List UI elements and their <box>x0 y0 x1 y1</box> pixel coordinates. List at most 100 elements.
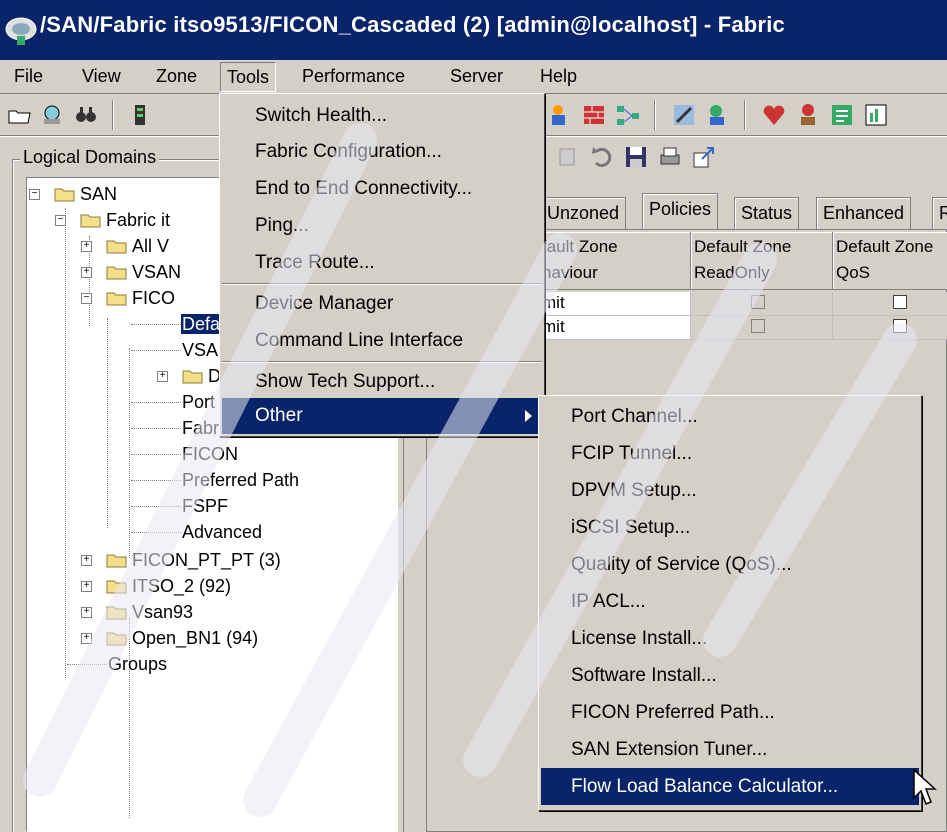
topology-icon[interactable] <box>614 101 642 129</box>
switch-icon[interactable] <box>126 101 154 129</box>
expand-icon[interactable]: + <box>81 267 92 278</box>
tree-line <box>131 324 181 325</box>
undo-icon[interactable] <box>588 143 616 171</box>
menu-bar: File View Zone Tools Performance Server … <box>0 60 947 94</box>
submenu-item-port-channel[interactable]: Port Channel... <box>541 398 919 435</box>
header-line: haviour <box>542 263 598 282</box>
header-line: Default Zone <box>694 237 792 256</box>
column-header-readonly[interactable]: Default Zone ReadOnly <box>691 232 833 290</box>
menu-item-switch-health[interactable]: Switch Health... <box>222 98 542 134</box>
menu-item-command-line-interface[interactable]: Command Line Interface <box>222 323 542 359</box>
collapse-icon[interactable]: − <box>81 293 92 304</box>
column-header-behaviour[interactable]: fault Zone haviour <box>539 232 691 290</box>
table-cell-readonly <box>691 292 833 316</box>
binoculars-icon[interactable] <box>72 101 100 129</box>
tree-line <box>131 532 181 533</box>
expand-icon[interactable]: + <box>81 555 92 566</box>
tree-node-port[interactable]: Port <box>181 390 216 414</box>
toolbar-separator <box>654 100 656 130</box>
user-red-icon[interactable] <box>794 101 822 129</box>
menu-item-show-tech-support[interactable]: Show Tech Support... <box>222 364 542 400</box>
chart-icon[interactable] <box>862 101 890 129</box>
qos-checkbox[interactable] <box>893 295 907 309</box>
submenu-item-ip-acl[interactable]: IP ACL... <box>541 583 919 620</box>
tree-node-fspf[interactable]: FSPF <box>181 494 229 518</box>
tools-icon[interactable] <box>670 101 698 129</box>
health-icon[interactable] <box>760 101 788 129</box>
submenu-item-iscsi-setup[interactable]: iSCSI Setup... <box>541 509 919 546</box>
monitor-user-icon[interactable] <box>704 101 732 129</box>
tree-line <box>131 428 181 429</box>
title-bar[interactable]: /SAN/Fabric itso9513/FICON_Cascaded (2) … <box>0 0 947 60</box>
submenu-item-san-extension-tuner[interactable]: SAN Extension Tuner... <box>541 731 919 768</box>
open-folder-icon[interactable] <box>6 101 34 129</box>
tab-unzoned[interactable]: Unzoned <box>540 197 627 229</box>
tree-node-groups[interactable]: Groups <box>107 652 168 676</box>
menu-help[interactable]: Help <box>534 62 583 92</box>
menu-server[interactable]: Server <box>444 62 509 92</box>
tree-node-domain[interactable]: + D <box>155 364 222 388</box>
tree-node-all-vsans[interactable]: + All V <box>79 234 170 258</box>
tab-policies[interactable]: Policies <box>642 193 719 229</box>
tab-more[interactable]: R <box>932 197 947 229</box>
menu-item-fabric-configuration[interactable]: Fabric Configuration... <box>222 134 542 170</box>
save-icon[interactable] <box>622 143 650 171</box>
menu-performance[interactable]: Performance <box>296 62 411 92</box>
tree-node-vsan[interactable]: + VSAN <box>79 260 182 284</box>
submenu-item-flow-load-balance-calculator[interactable]: Flow Load Balance Calculator... <box>541 768 919 805</box>
expand-icon[interactable]: + <box>81 241 92 252</box>
tree-node-ficon-pt-pt[interactable]: + FICON_PT_PT (3) <box>79 548 282 572</box>
tab-enhanced[interactable]: Enhanced <box>816 197 912 229</box>
menu-file[interactable]: File <box>8 62 49 92</box>
expand-icon[interactable]: + <box>81 607 92 618</box>
window-title: /SAN/Fabric itso9513/FICON_Cascaded (2) … <box>40 12 785 37</box>
column-header-qos[interactable]: Default Zone QoS <box>833 232 947 290</box>
collapse-icon[interactable]: − <box>29 189 40 200</box>
table-cell-behaviour[interactable]: mit <box>539 316 691 340</box>
expand-icon[interactable]: + <box>81 633 92 644</box>
table-cell-readonly <box>691 316 833 340</box>
tree-line <box>131 454 181 455</box>
tree-node-ficon[interactable]: FICON <box>181 442 239 466</box>
menu-tools[interactable]: Tools <box>220 62 277 92</box>
menu-item-trace-route[interactable]: Trace Route... <box>222 245 542 281</box>
tree-node-preferred-path[interactable]: Preferred Path <box>181 468 300 492</box>
menu-view[interactable]: View <box>76 62 127 92</box>
qos-checkbox[interactable] <box>893 319 907 333</box>
menu-item-end-to-end-connectivity[interactable]: End to End Connectivity... <box>222 171 542 207</box>
tree-node-advanced[interactable]: Advanced <box>181 520 263 544</box>
tree-node-vsan93[interactable]: + Vsan93 <box>79 600 194 624</box>
firewall-icon[interactable] <box>580 101 608 129</box>
tree-node-open-bn1[interactable]: + Open_BN1 (94) <box>79 626 259 650</box>
users-icon[interactable] <box>546 101 574 129</box>
expand-icon[interactable]: + <box>81 581 92 592</box>
menu-zone[interactable]: Zone <box>150 62 203 92</box>
submenu-item-dpvm-setup[interactable]: DPVM Setup... <box>541 472 919 509</box>
report-icon[interactable] <box>828 101 856 129</box>
submenu-item-fcip-tunnel[interactable]: FCIP Tunnel... <box>541 435 919 472</box>
discover-icon[interactable] <box>38 101 66 129</box>
copy-icon[interactable] <box>554 143 582 171</box>
readonly-checkbox <box>751 295 765 309</box>
folder-icon <box>106 240 127 254</box>
tree-node-ficon-cascaded[interactable]: − FICO <box>79 286 176 310</box>
submenu-item-software-install[interactable]: Software Install... <box>541 657 919 694</box>
submenu-item-license-install[interactable]: License Install... <box>541 620 919 657</box>
export-icon[interactable] <box>690 143 718 171</box>
submenu-item-qos[interactable]: Quality of Service (QoS)... <box>541 546 919 583</box>
expand-icon[interactable]: + <box>157 371 168 382</box>
menu-item-device-manager[interactable]: Device Manager <box>222 286 542 322</box>
menu-item-other[interactable]: Other <box>222 398 542 434</box>
submenu-item-ficon-preferred-path[interactable]: FICON Preferred Path... <box>541 694 919 731</box>
tree-node-san[interactable]: − SAN <box>27 182 118 206</box>
tree-node-itso-2[interactable]: + ITSO_2 (92) <box>79 574 232 598</box>
print-icon[interactable] <box>656 143 684 171</box>
tab-status[interactable]: Status <box>734 197 800 229</box>
header-line: QoS <box>836 263 871 282</box>
table-cell-behaviour[interactable]: mit <box>539 292 691 316</box>
collapse-icon[interactable]: − <box>55 215 66 226</box>
tree-node-fabric[interactable]: − Fabric it <box>53 208 171 232</box>
tree-line <box>131 480 181 481</box>
menu-item-ping[interactable]: Ping... <box>222 208 542 244</box>
tree-node-default-zone[interactable]: Defa <box>181 312 222 336</box>
